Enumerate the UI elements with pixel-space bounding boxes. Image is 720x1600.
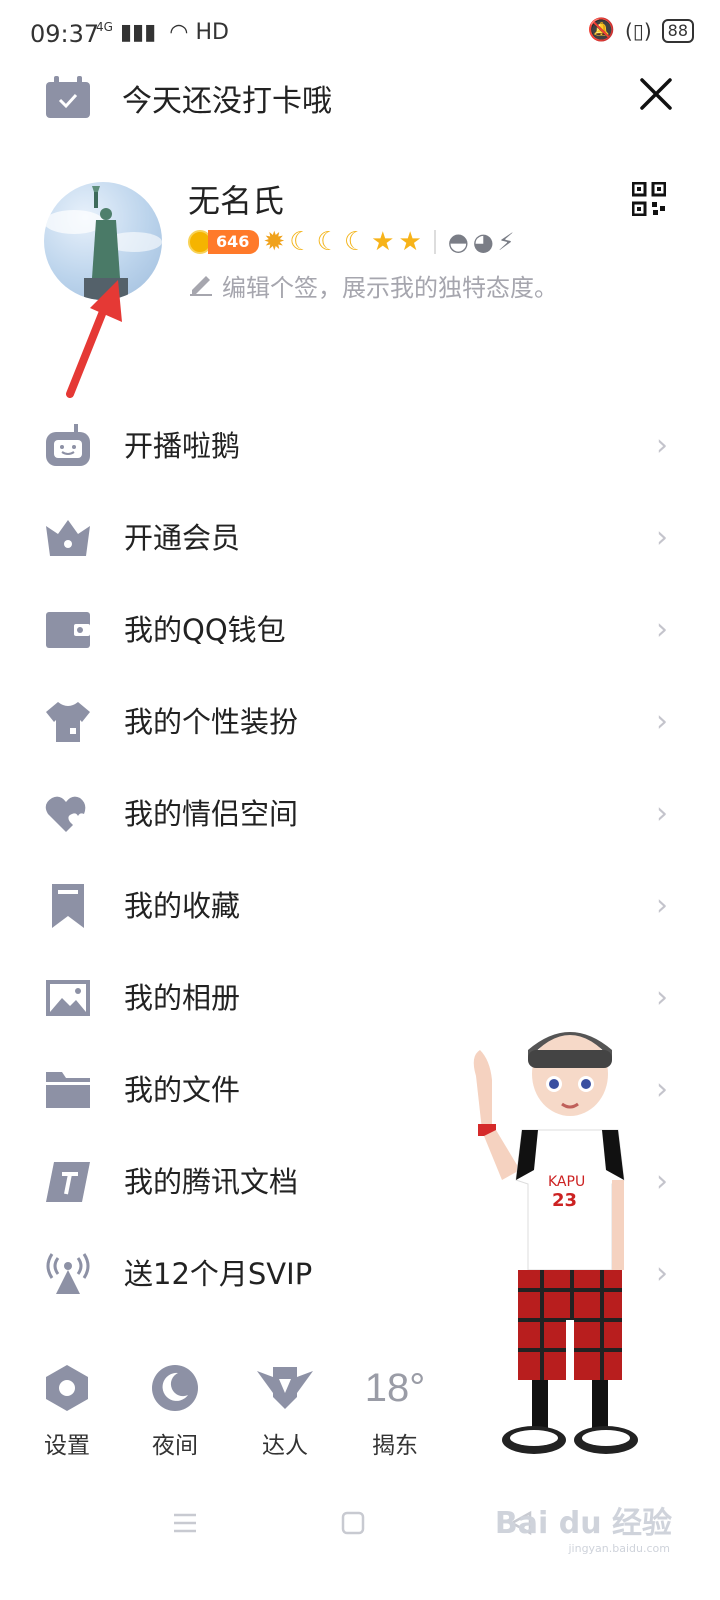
menu-label: 我的个性装扮: [124, 705, 299, 739]
wifi-icon: ◠: [169, 20, 189, 45]
hearts-icon: [44, 792, 92, 836]
settings-button[interactable]: 设置: [22, 1360, 112, 1460]
menu-label: 开通会员: [124, 521, 241, 555]
calendar-icon: [44, 76, 92, 124]
menu-label: 我的QQ钱包: [124, 613, 286, 647]
close-icon[interactable]: [634, 72, 678, 116]
network-type: 4G: [96, 20, 113, 34]
photo-icon: [44, 976, 92, 1020]
menu-label: 我的文件: [124, 1073, 241, 1107]
weather-temperature: 18°: [364, 1366, 426, 1410]
status-bar: 09:37 4G ▮▮▮ ◠ HD 🔕 (▯) 88: [0, 0, 720, 72]
status-right: 🔕 (▯) 88: [588, 18, 694, 43]
chevron-right-icon: ›: [656, 1072, 668, 1107]
tencent-doc-icon: [44, 1160, 92, 1204]
badge-divider: [433, 230, 436, 254]
winged-shield-icon: [240, 1360, 330, 1416]
status-time: 09:37: [30, 20, 100, 48]
settings-label: 设置: [44, 1433, 90, 1459]
chevron-right-icon: ›: [656, 888, 668, 923]
bookmark-icon: [44, 884, 92, 928]
moon-level-icon: ☾: [289, 227, 313, 257]
home-square-icon[interactable]: [340, 1510, 366, 1540]
chevron-right-icon: ›: [656, 796, 668, 831]
crown-icon: [44, 516, 92, 560]
watermark-url: jingyan.baidu.com: [568, 1542, 670, 1555]
network-indicator: 4G ▮▮▮ ◠ HD: [96, 20, 229, 45]
night-label: 夜间: [152, 1433, 198, 1459]
menu-label: 我的收藏: [124, 889, 241, 923]
menu-label: 开播啦鹅: [124, 429, 241, 463]
folder-icon: [44, 1068, 92, 1112]
star-level-icon: ★: [398, 227, 422, 257]
mute-icon: 🔕: [587, 18, 616, 43]
hd-label: HD: [195, 20, 229, 45]
vibrate-icon: (▯): [625, 18, 652, 43]
signature-row[interactable]: 编辑个签，展示我的独特态度。: [188, 268, 558, 303]
moon-level-icon: ☾: [316, 227, 340, 257]
menu-item-favorites[interactable]: 我的收藏 ›: [0, 860, 720, 952]
system-nav-bar: Bai du 经验 jingyan.baidu.com: [0, 1480, 720, 1600]
annotation-arrow: [66, 280, 122, 398]
penguin-badge-icon: ◕: [472, 228, 494, 256]
signature-text: 编辑个签，展示我的独特态度。: [222, 274, 558, 302]
chevron-right-icon: ›: [656, 704, 668, 739]
menu-item-wallet[interactable]: 我的QQ钱包 ›: [0, 584, 720, 676]
expert-label: 达人: [262, 1433, 308, 1459]
battery-indicator: 88: [661, 18, 694, 43]
moon-icon: [130, 1360, 220, 1416]
menu-item-live[interactable]: 开播啦鹅 ›: [0, 400, 720, 492]
weather-temp-wrap: 18°: [350, 1360, 440, 1416]
chevron-right-icon: ›: [656, 428, 668, 463]
menu-item-vip[interactable]: 开通会员 ›: [0, 492, 720, 584]
menu-label: 送12个月SVIP: [124, 1257, 313, 1291]
chevron-right-icon: ›: [656, 612, 668, 647]
menu-item-dressup[interactable]: 我的个性装扮 ›: [0, 676, 720, 768]
signal-icon: ▮▮▮: [119, 20, 157, 45]
night-mode-button[interactable]: 夜间: [130, 1360, 220, 1460]
robot-badge-icon: ◓: [447, 228, 469, 256]
checkin-bar[interactable]: 今天还没打卡哦: [0, 72, 720, 162]
sun-level-icon: ✹: [263, 227, 286, 257]
menu-item-couple[interactable]: 我的情侣空间 ›: [0, 768, 720, 860]
badge-row[interactable]: 646 ✹ ☾ ☾ ☾ ★ ★ ◓ ◕ ⚡: [188, 228, 515, 256]
checkin-text[interactable]: 今天还没打卡哦: [122, 76, 332, 120]
menu-label: 我的情侣空间: [124, 797, 299, 831]
chevron-right-icon: ›: [656, 1164, 668, 1199]
chevron-right-icon: ›: [656, 980, 668, 1015]
broadcast-icon: [44, 1252, 92, 1296]
qr-code-icon[interactable]: [631, 181, 667, 220]
lightning-badge-icon: ⚡: [497, 228, 515, 256]
weather-city: 揭东: [372, 1433, 418, 1459]
svg-text:KAPU: KAPU: [548, 1174, 585, 1190]
moon-level-icon: ☾: [343, 227, 368, 257]
username[interactable]: 无名氏: [188, 176, 284, 222]
svg-text:23: 23: [552, 1190, 577, 1211]
settings-icon: [22, 1360, 112, 1416]
tshirt-icon: [44, 700, 92, 744]
chevron-right-icon: ›: [656, 520, 668, 555]
star-level-icon: ★: [371, 227, 395, 257]
menu-lines-icon[interactable]: [172, 1510, 198, 1540]
menu-label: 我的相册: [124, 981, 241, 1015]
wallet-icon: [44, 608, 92, 652]
watermark-brand: Bai du 经验: [494, 1506, 672, 1541]
chevron-right-icon: ›: [656, 1256, 668, 1291]
tv-robot-icon: [44, 424, 92, 468]
menu-label: 我的腾讯文档: [124, 1165, 299, 1199]
pencil-icon: [188, 270, 214, 302]
coin-count: 646: [208, 230, 260, 254]
bottom-bar: 设置 夜间 达人 18° 揭东: [0, 1360, 720, 1470]
expert-button[interactable]: 达人: [240, 1360, 330, 1460]
weather-widget[interactable]: 18° 揭东: [350, 1360, 440, 1460]
